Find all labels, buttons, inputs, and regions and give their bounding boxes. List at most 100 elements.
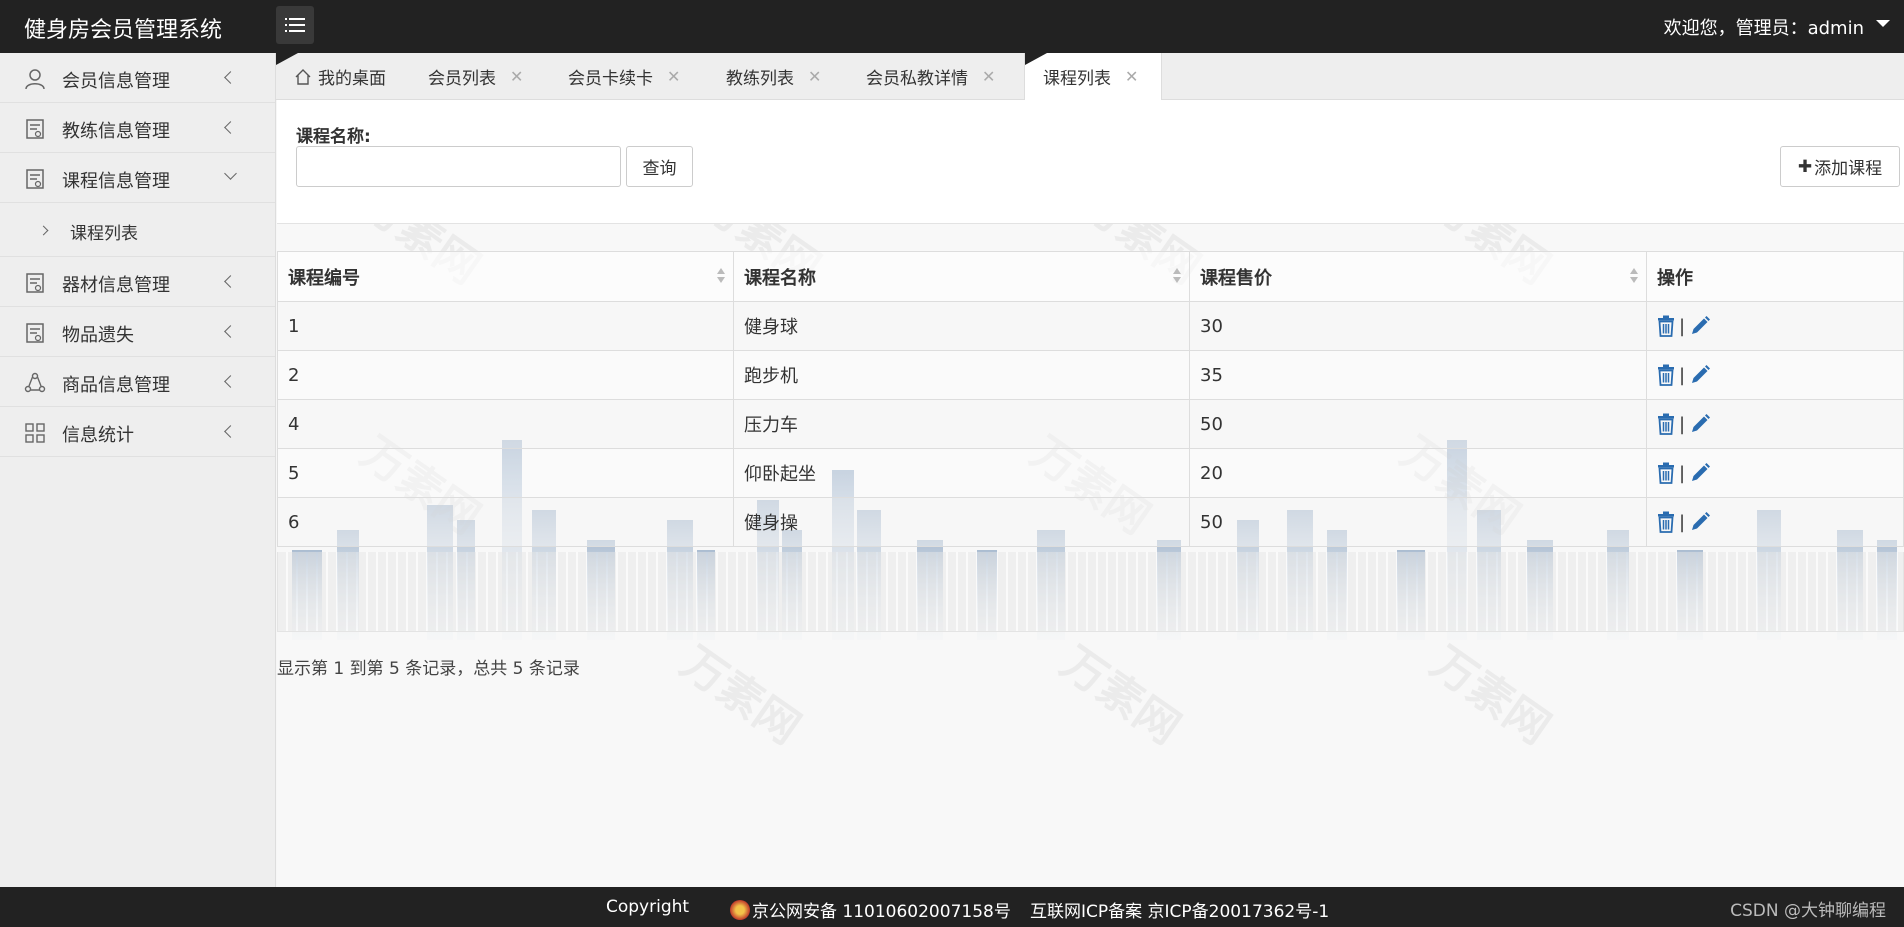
chevron-left-icon (224, 325, 237, 338)
menu-toggle-button[interactable] (276, 6, 314, 44)
document-icon (24, 272, 46, 294)
chevron-down-icon[interactable] (1876, 20, 1890, 27)
sort-icon[interactable] (1173, 268, 1181, 286)
header-label: 课程编号 (288, 267, 360, 289)
close-icon[interactable]: ✕ (982, 67, 995, 86)
sidebar-item-course[interactable]: 课程信息管理 (0, 153, 275, 203)
table-row: 1 健身球 30 | (277, 301, 1904, 351)
trash-icon[interactable] (1657, 511, 1675, 533)
column-header-name[interactable]: 课程名称 (733, 251, 1190, 302)
course-name-label: 课程名称: (296, 127, 371, 147)
action-separator: | (1679, 315, 1686, 337)
edit-icon[interactable] (1689, 462, 1711, 484)
course-table: 课程编号 课程名称 课程售价 操作 1 健身球 30 | 2 跑步机 35 | … (277, 251, 1904, 547)
footer-police-record[interactable]: 京公网安备 11010602007158号 (730, 897, 1011, 922)
chevron-right-icon (38, 225, 49, 236)
document-icon (24, 168, 46, 190)
table-row: 4 压力车 50 | (277, 399, 1904, 449)
query-button[interactable]: 查询 (626, 146, 693, 187)
cell-name: 仰卧起坐 (733, 448, 1190, 498)
chevron-left-icon (224, 275, 237, 288)
cell-price: 50 (1189, 399, 1647, 449)
action-separator: | (1679, 462, 1686, 484)
close-icon[interactable]: ✕ (808, 67, 821, 86)
sidebar-item-label: 器材信息管理 (62, 275, 170, 296)
footer-icp-record[interactable]: 互联网ICP备案 京ICP备20017362号-1 (1030, 897, 1329, 922)
cell-actions: | (1646, 497, 1904, 547)
add-course-label: 添加课程 (1814, 159, 1883, 179)
sort-icon[interactable] (1630, 268, 1638, 286)
app-title: 健身房会员管理系统 (24, 18, 223, 43)
sidebar-subitem-course-list[interactable]: 课程列表 (0, 203, 275, 257)
table-footer-decoration (277, 552, 1904, 632)
column-header-id[interactable]: 课程编号 (277, 251, 734, 302)
tab-corner-marker (1025, 53, 1047, 65)
tab-label: 会员列表 (428, 69, 496, 89)
sidebar-item-products[interactable]: 商品信息管理 (0, 357, 275, 407)
sidebar-item-lost-items[interactable]: 物品遗失 (0, 307, 275, 357)
add-course-button[interactable]: ✚ 添加课程 (1780, 146, 1900, 187)
action-separator: | (1679, 511, 1686, 533)
cell-price: 20 (1189, 448, 1647, 498)
sidebar-item-label: 会员信息管理 (62, 71, 170, 92)
edit-icon[interactable] (1689, 315, 1711, 337)
edit-icon[interactable] (1689, 364, 1711, 386)
trash-icon[interactable] (1657, 462, 1675, 484)
sidebar-item-label: 课程信息管理 (62, 171, 170, 192)
cell-price: 50 (1189, 497, 1647, 547)
user-welcome[interactable]: 欢迎您，管理员：admin (1664, 14, 1864, 40)
chevron-left-icon (224, 71, 237, 84)
close-icon[interactable]: ✕ (667, 67, 680, 86)
sidebar-item-equipment[interactable]: 器材信息管理 (0, 257, 275, 307)
cell-price: 35 (1189, 350, 1647, 400)
tab-private-coach[interactable]: 会员私教详情 ✕ (848, 53, 995, 100)
tab-card-renewal[interactable]: 会员卡续卡 ✕ (550, 53, 680, 100)
sidebar-item-statistics[interactable]: 信息统计 (0, 407, 275, 457)
course-name-input[interactable] (296, 146, 621, 187)
cell-actions: | (1646, 399, 1904, 449)
header-label: 课程售价 (1200, 267, 1272, 289)
sidebar-item-label: 商品信息管理 (62, 375, 170, 396)
sidebar-item-label: 教练信息管理 (62, 121, 170, 142)
grid-icon (24, 422, 46, 444)
column-header-price[interactable]: 课程售价 (1189, 251, 1647, 302)
trash-icon[interactable] (1657, 315, 1675, 337)
sidebar-item-member[interactable]: 会员信息管理 (0, 53, 275, 103)
tab-coach-list[interactable]: 教练列表 ✕ (708, 53, 821, 100)
chevron-left-icon (224, 375, 237, 388)
tab-label: 我的桌面 (318, 69, 386, 89)
cell-name: 健身操 (733, 497, 1190, 547)
csdn-credit: CSDN @大钟聊编程 (1730, 901, 1886, 921)
close-icon[interactable]: ✕ (510, 67, 523, 86)
trash-icon[interactable] (1657, 364, 1675, 386)
sidebar-item-coach[interactable]: 教练信息管理 (0, 103, 275, 153)
tab-bar: 我的桌面 会员列表 ✕ 会员卡续卡 ✕ 教练列表 ✕ 会员私教详情 ✕ 课程列表… (276, 53, 1904, 100)
edit-icon[interactable] (1689, 413, 1711, 435)
cell-id: 1 (277, 301, 734, 351)
edit-icon[interactable] (1689, 511, 1711, 533)
document-icon (24, 322, 46, 344)
document-icon (24, 118, 46, 140)
sidebar-item-label: 物品遗失 (62, 325, 134, 346)
cell-actions: | (1646, 448, 1904, 498)
header-label: 操作 (1657, 267, 1693, 289)
cell-actions: | (1646, 301, 1904, 351)
tab-course-list[interactable]: 课程列表 ✕ (1024, 53, 1162, 100)
home-icon (294, 68, 312, 86)
cell-actions: | (1646, 350, 1904, 400)
tab-desktop[interactable]: 我的桌面 (276, 53, 396, 100)
sort-icon[interactable] (717, 268, 725, 286)
police-badge-icon (730, 899, 750, 920)
cell-id: 6 (277, 497, 734, 547)
cell-name: 压力车 (733, 399, 1190, 449)
action-separator: | (1679, 364, 1686, 386)
table-header-row: 课程编号 课程名称 课程售价 操作 (277, 251, 1904, 302)
cell-id: 5 (277, 448, 734, 498)
search-panel: 课程名称: 查询 ✚ 添加课程 (277, 100, 1904, 224)
close-icon[interactable]: ✕ (1125, 67, 1138, 86)
sidebar-item-label: 信息统计 (62, 425, 134, 446)
main-content: 万素网 万素网 万素网 万素网 万素网 万素网 万素网 万素网 万素网 万素网 … (277, 100, 1904, 887)
trash-icon[interactable] (1657, 413, 1675, 435)
tab-member-list[interactable]: 会员列表 ✕ (410, 53, 523, 100)
cell-price: 30 (1189, 301, 1647, 351)
